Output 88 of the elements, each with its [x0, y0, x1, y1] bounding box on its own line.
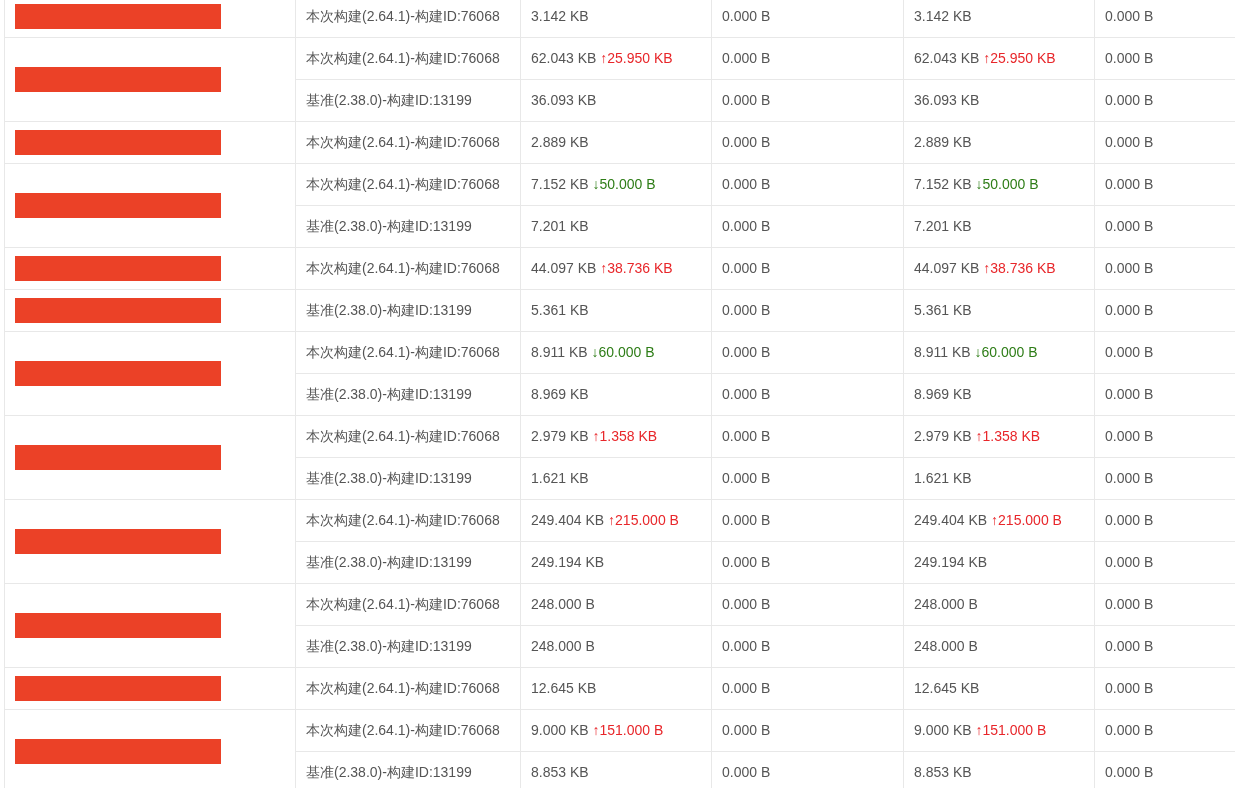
table-cell: 0.000 B	[711, 415, 904, 458]
size-value: 12.645 KB	[531, 680, 597, 696]
build-label: 本次构建(2.64.1)-构建ID:76068	[295, 331, 521, 374]
size-value: 248.000 B	[531, 638, 595, 654]
size-value: 249.404 KB	[531, 512, 605, 528]
size-value: 249.194 KB	[531, 554, 605, 570]
size-value: 7.201 KB	[914, 218, 972, 234]
size-value: 248.000 B	[914, 596, 978, 612]
size-value: 8.911 KB	[531, 344, 588, 360]
table-cell: 0.000 B	[711, 205, 904, 248]
table-cell: 0.000 B	[711, 289, 904, 332]
table-cell: 0.000 B	[711, 0, 904, 38]
size-change: ↑25.950 KB	[983, 50, 1056, 66]
build-label: 本次构建(2.64.1)-构建ID:76068	[295, 667, 521, 710]
table-cell: 0.000 B	[711, 121, 904, 164]
build-label: 本次构建(2.64.1)-构建ID:76068	[295, 247, 521, 290]
size-value: 9.000 KB	[531, 722, 589, 738]
size-value: 2.889 KB	[531, 134, 589, 150]
size-value: 62.043 KB	[914, 50, 980, 66]
table-cell: 0.000 B	[711, 583, 904, 626]
size-change: ↑215.000 B	[608, 512, 679, 528]
size-change: ↑38.736 KB	[600, 260, 673, 276]
build-label: 本次构建(2.64.1)-构建ID:76068	[295, 499, 521, 542]
table-cell: 0.000 B	[711, 625, 904, 668]
size-change: ↑151.000 B	[592, 722, 664, 738]
table-cell: 0.000 B	[711, 331, 904, 374]
size-value: 249.194 KB	[914, 554, 988, 570]
size-value: 44.097 KB	[531, 260, 597, 276]
build-label: 基准(2.38.0)-构建ID:13199	[295, 205, 521, 248]
table-cell: 0.000 B	[711, 373, 904, 416]
build-label: 本次构建(2.64.1)-构建ID:76068	[295, 121, 521, 164]
table-cell: 0.000 B	[711, 709, 904, 752]
table-cell: 0.000 B	[711, 667, 904, 710]
build-label: 基准(2.38.0)-构建ID:13199	[295, 289, 521, 332]
size-value: 62.043 KB	[531, 50, 597, 66]
size-change: ↑25.950 KB	[600, 50, 673, 66]
size-value: 3.142 KB	[531, 8, 589, 24]
size-value: 5.361 KB	[531, 302, 589, 318]
table-cell: 0.000 B	[711, 457, 904, 500]
table-cell: 0.000 B	[711, 247, 904, 290]
size-value: 8.853 KB	[531, 764, 589, 780]
size-value: 7.152 KB	[531, 176, 589, 192]
build-label: 本次构建(2.64.1)-构建ID:76068	[295, 37, 521, 80]
build-label: 基准(2.38.0)-构建ID:13199	[295, 457, 521, 500]
table-cell: 0.000 B	[711, 79, 904, 122]
size-change: ↓60.000 B	[591, 344, 655, 360]
size-value: 1.621 KB	[531, 470, 589, 486]
table-cell: 0.000 B	[711, 499, 904, 542]
size-value: 2.889 KB	[914, 134, 972, 150]
size-value: 8.969 KB	[914, 386, 972, 402]
size-change: ↓50.000 B	[592, 176, 656, 192]
build-label: 本次构建(2.64.1)-构建ID:76068	[295, 583, 521, 626]
size-value: 44.097 KB	[914, 260, 980, 276]
table-cell: 0.000 B	[711, 37, 904, 80]
size-value: 1.621 KB	[914, 470, 972, 486]
build-label: 本次构建(2.64.1)-构建ID:76068	[295, 415, 521, 458]
size-change: ↑38.736 KB	[983, 260, 1056, 276]
build-label: 本次构建(2.64.1)-构建ID:76068	[295, 163, 521, 206]
size-value: 8.969 KB	[531, 386, 589, 402]
size-value: 5.361 KB	[914, 302, 972, 318]
size-value: 249.404 KB	[914, 512, 988, 528]
size-value: 12.645 KB	[914, 680, 980, 696]
build-label: 基准(2.38.0)-构建ID:13199	[295, 79, 521, 122]
table-cell: 0.000 B	[711, 163, 904, 206]
size-change: ↓60.000 B	[974, 344, 1038, 360]
size-change: ↑151.000 B	[975, 722, 1047, 738]
size-value: 3.142 KB	[914, 8, 972, 24]
build-label: 基准(2.38.0)-构建ID:13199	[295, 541, 521, 584]
size-value: 248.000 B	[531, 596, 595, 612]
size-value: 8.853 KB	[914, 764, 972, 780]
size-value: 36.093 KB	[914, 92, 980, 108]
size-value: 2.979 KB	[914, 428, 972, 444]
build-label: 基准(2.38.0)-构建ID:13199	[295, 625, 521, 668]
table-cell: 0.000 B	[711, 541, 904, 584]
size-value: 2.979 KB	[531, 428, 589, 444]
size-value: 36.093 KB	[531, 92, 597, 108]
build-label: 本次构建(2.64.1)-构建ID:76068	[295, 0, 521, 38]
size-value: 7.152 KB	[914, 176, 972, 192]
build-label: 基准(2.38.0)-构建ID:13199	[295, 373, 521, 416]
size-change: ↑1.358 KB	[975, 428, 1041, 444]
size-value: 8.911 KB	[914, 344, 971, 360]
size-value: 248.000 B	[914, 638, 978, 654]
size-value: 7.201 KB	[531, 218, 589, 234]
build-label: 本次构建(2.64.1)-构建ID:76068	[295, 709, 521, 752]
size-change: ↑1.358 KB	[592, 428, 658, 444]
size-change: ↑215.000 B	[991, 512, 1062, 528]
size-value: 9.000 KB	[914, 722, 972, 738]
size-change: ↓50.000 B	[975, 176, 1039, 192]
